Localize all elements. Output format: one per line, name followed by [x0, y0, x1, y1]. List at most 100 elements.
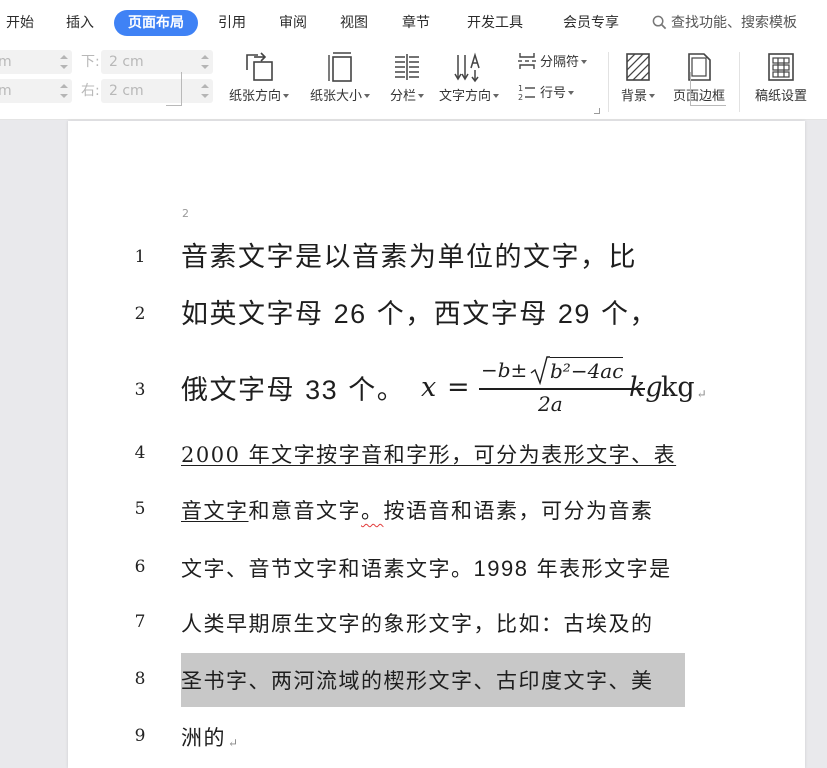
margin-bottom-spinner[interactable]: 2 cm	[101, 50, 213, 74]
search-icon	[652, 15, 667, 30]
equation-radicand: b²−4ac	[550, 357, 624, 383]
paragraph-mark: 2	[182, 207, 189, 220]
tab-references[interactable]: 引用	[212, 10, 252, 36]
equation-unit-italic: kg	[629, 372, 663, 403]
line-text: 和意音文字	[248, 499, 361, 523]
paper-size-button[interactable]: 纸张大小	[303, 50, 377, 106]
document-line[interactable]: 文字、音节文字和语素文字。1998 年表形文字是	[181, 553, 672, 583]
crop-mark-right	[690, 72, 726, 106]
tab-member-exclusive[interactable]: 会员专享	[556, 10, 626, 36]
spinner-arrows-icon[interactable]	[60, 53, 68, 71]
line-text: 如英文字母	[181, 299, 334, 330]
paper-size-icon	[328, 52, 352, 82]
line-text: 2000 年文字按字音和字形，可分为表形文字、表	[181, 443, 677, 467]
line-number: 9	[134, 726, 146, 746]
background-icon	[626, 53, 650, 81]
svg-text:2: 2	[518, 93, 523, 101]
breaks-label: 分隔符	[540, 55, 580, 70]
line-numbers-label: 行号	[540, 86, 567, 101]
svg-text:1: 1	[518, 84, 523, 93]
search-label: 查找功能、搜索模板	[671, 15, 797, 31]
paragraph-return-mark: ↵	[696, 387, 707, 401]
chevron-down-icon	[364, 94, 370, 98]
equation-denominator: 2a	[538, 392, 563, 416]
tab-view[interactable]: 视图	[334, 10, 374, 36]
text-direction-icon	[454, 52, 480, 83]
line-text: 个，西文字母	[366, 299, 558, 330]
columns-button[interactable]: 分栏	[384, 50, 430, 106]
search-box[interactable]: 查找功能、搜索模板	[652, 10, 797, 36]
background-label: 背景	[620, 89, 647, 104]
line-numbers-button[interactable]: 1 2 行号	[517, 83, 575, 105]
paper-size-label: 纸张大小	[309, 89, 362, 104]
spinner-arrows-icon[interactable]	[60, 82, 68, 100]
tab-home[interactable]: 开始	[0, 10, 40, 36]
tab-sections[interactable]: 章节	[396, 10, 436, 36]
line-text: 音素文字是以音素为单位的文字，比	[181, 242, 637, 273]
crop-mark-left	[166, 72, 182, 106]
equation-equals: =	[447, 372, 470, 403]
chevron-down-icon	[283, 94, 289, 98]
columns-icon	[395, 54, 419, 80]
document-line[interactable]: 人类早期原生文字的象形文字，比如：古埃及的	[181, 608, 654, 638]
document-line[interactable]: 如英文字母 26 个，西文字母 29 个，	[181, 292, 658, 331]
equation-variable: x	[421, 372, 437, 403]
chevron-down-icon	[493, 94, 499, 98]
document-line[interactable]: 音素文字是以音素为单位的文字，比	[181, 235, 637, 274]
margin-left-spinner[interactable]: m	[0, 79, 72, 103]
chevron-down-icon	[568, 91, 575, 95]
background-button[interactable]: 背景	[614, 50, 662, 106]
underlined-text: 音文字	[181, 499, 249, 523]
margin-top-value: m	[0, 54, 12, 70]
line-text: 个。	[338, 375, 406, 406]
tab-insert[interactable]: 插入	[60, 10, 100, 36]
margin-right-value: 2 cm	[109, 83, 144, 99]
document-line[interactable]: 音文字和意音文字。按语音和语素，可分为音素	[181, 495, 654, 525]
line-number-value: 1998	[473, 556, 529, 581]
text-direction-button[interactable]: 文字方向	[436, 50, 502, 106]
line-number-value: 26	[333, 299, 367, 329]
line-number: 2	[134, 304, 146, 324]
line-text: 俄文字母	[181, 375, 306, 406]
line-text: 人类早期原生文字的象形文字，比如：古埃及的	[181, 612, 654, 636]
line-text: 文字、音节文字和语素文字。	[181, 557, 474, 581]
line-number: 8	[134, 669, 146, 689]
tab-developer-tools[interactable]: 开发工具	[460, 10, 530, 36]
paper-orientation-button[interactable]: 纸张方向	[222, 50, 296, 106]
spinner-arrows-icon[interactable]	[201, 53, 209, 71]
manuscript-setup-label: 稿纸设置	[754, 89, 807, 104]
manuscript-grid-icon	[768, 53, 794, 81]
columns-label: 分栏	[389, 89, 416, 104]
margin-right-label: 右:	[81, 83, 100, 99]
breaks-button[interactable]: 分隔符	[517, 52, 588, 74]
margin-top-spinner[interactable]: m	[0, 50, 72, 74]
line-text: 按语音和语素，可分为音素	[383, 499, 654, 523]
text-direction-label: 文字方向	[438, 89, 491, 104]
page-setup-dialog-launcher[interactable]	[594, 108, 600, 114]
spinner-arrows-icon[interactable]	[201, 82, 209, 100]
equation-numerator-left: −b±	[481, 358, 528, 382]
margin-right-spinner[interactable]: 2 cm	[101, 79, 213, 103]
chevron-down-icon	[581, 60, 588, 64]
document-line[interactable]: 2000 年文字按字音和字形，可分为表形文字、表	[181, 439, 676, 469]
ribbon-separator	[739, 52, 740, 112]
paper-orientation-label: 纸张方向	[228, 89, 281, 104]
manuscript-setup-button[interactable]: 稿纸设置	[746, 50, 816, 106]
document-line[interactable]: 俄文字母 33 个。	[181, 368, 405, 407]
tab-page-layout[interactable]: 页面布局	[114, 10, 198, 36]
document-line[interactable]: 洲的 ↵	[181, 722, 238, 752]
document-line-highlighted[interactable]: 圣书字、两河流域的楔形文字、古印度文字、美	[181, 665, 654, 695]
chevron-down-icon	[649, 94, 655, 98]
line-text: 洲的	[181, 726, 226, 750]
margin-left-value: m	[0, 83, 12, 99]
equation-unit-text: kg	[661, 372, 695, 403]
margin-bottom-value: 2 cm	[109, 54, 144, 70]
margin-bottom-label: 下:	[81, 54, 100, 70]
paper-orientation-icon	[246, 52, 273, 81]
square-root-icon	[530, 356, 550, 385]
line-number-value: 29	[557, 299, 591, 329]
tab-review[interactable]: 审阅	[273, 10, 313, 36]
fraction-bar	[479, 388, 645, 390]
line-number: 7	[134, 612, 146, 632]
equation-unit: kg ↵	[661, 372, 707, 403]
